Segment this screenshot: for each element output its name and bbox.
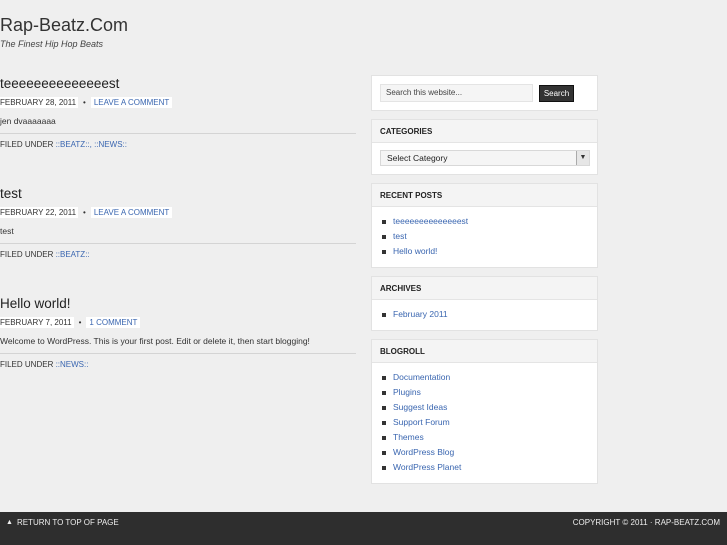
archive-link[interactable]: February 2011 — [393, 307, 448, 322]
blogroll-body: Documentation Plugins Suggest Ideas Supp… — [372, 363, 597, 483]
categories-heading: Categories — [372, 120, 597, 143]
post-meta: February 22, 2011 • Leave a Comment — [0, 207, 356, 218]
post-date: February 7, 2011 — [0, 317, 74, 328]
list-item: teeeeeeeeeeeeeest — [380, 214, 589, 229]
archives-list: February 2011 — [380, 307, 589, 322]
square-bullet-icon — [382, 219, 386, 224]
categories-widget: Categories Select Category ▼ — [371, 119, 598, 175]
site-description: The Finest Hip Hop Beats — [0, 39, 104, 49]
blogroll-widget: Blogroll Documentation Plugins Suggest I… — [371, 339, 598, 484]
blogroll-heading: Blogroll — [372, 340, 597, 363]
archives-body: February 2011 — [372, 300, 597, 330]
filed-under-label: Filed Under — [0, 360, 56, 369]
meta-separator: • — [83, 208, 86, 217]
square-bullet-icon — [382, 405, 386, 410]
square-bullet-icon — [382, 234, 386, 239]
sidebar: Search this website... Search Categories… — [371, 75, 598, 492]
comment-link[interactable]: Leave a Comment — [90, 97, 173, 108]
post-title[interactable]: teeeeeeeeeeeeeest — [0, 76, 356, 92]
post-categories: Filed Under ::NEWS:: — [0, 360, 356, 369]
recent-post-link[interactable]: teeeeeeeeeeeeeest — [393, 214, 468, 229]
blogroll-link[interactable]: WordPress Blog — [393, 445, 454, 460]
square-bullet-icon — [382, 450, 386, 455]
category-links[interactable]: ::NEWS:: — [56, 360, 89, 369]
chevron-down-icon[interactable]: ▼ — [576, 151, 589, 165]
post-body: test — [0, 226, 14, 236]
blogroll-link[interactable]: Support Forum — [393, 415, 450, 430]
site-title[interactable]: Rap-Beatz.Com — [0, 14, 128, 36]
archives-heading: Archives — [372, 277, 597, 300]
category-links[interactable]: ::BEATZ:: — [56, 250, 90, 259]
recent-posts-widget: Recent Posts teeeeeeeeeeeeeest test Hell… — [371, 183, 598, 268]
comment-link[interactable]: 1 Comment — [86, 317, 141, 328]
comment-link[interactable]: Leave a Comment — [90, 207, 173, 218]
post-categories: Filed Under ::BEATZ:: — [0, 250, 356, 259]
filed-under-label: Filed Under — [0, 140, 56, 149]
blogroll-link[interactable]: WordPress Planet — [393, 460, 461, 475]
blogroll-link[interactable]: Plugins — [393, 385, 421, 400]
post-body: jen dvaaaaaaa — [0, 116, 56, 126]
list-item: test — [380, 229, 589, 244]
post-meta: February 7, 2011 • 1 Comment — [0, 317, 356, 328]
meta-separator: • — [78, 318, 82, 327]
square-bullet-icon — [382, 249, 386, 254]
square-bullet-icon — [382, 420, 386, 425]
square-bullet-icon — [382, 312, 386, 317]
back-to-top-link[interactable]: ▲ Return to top of page — [6, 518, 119, 527]
post-title[interactable]: test — [0, 186, 356, 202]
post: teeeeeeeeeeeeeest February 28, 2011 • Le… — [0, 76, 356, 149]
list-item: WordPress Blog — [380, 445, 589, 460]
filed-under-label: Filed Under — [0, 250, 56, 259]
post-date: February 28, 2011 — [0, 97, 79, 108]
recent-posts-list: teeeeeeeeeeeeeest test Hello world! — [380, 214, 589, 259]
post-divider — [0, 133, 356, 134]
meta-separator: • — [83, 98, 86, 107]
search-widget: Search this website... Search — [371, 75, 598, 111]
post-categories: Filed Under ::BEATZ::, ::NEWS:: — [0, 140, 356, 149]
list-item: Hello world! — [380, 244, 589, 259]
post-divider — [0, 243, 356, 244]
post-body: Welcome to WordPress. This is your first… — [0, 336, 310, 346]
list-item: Support Forum — [380, 415, 589, 430]
blogroll-list: Documentation Plugins Suggest Ideas Supp… — [380, 370, 589, 475]
post: test February 22, 2011 • Leave a Comment… — [0, 186, 356, 259]
category-select[interactable]: Select Category ▼ — [380, 150, 590, 166]
blogroll-link[interactable]: Themes — [393, 430, 424, 445]
post-date: February 22, 2011 — [0, 207, 79, 218]
category-select-value: Select Category — [387, 153, 448, 163]
copyright-text: Copyright © 2011 · Rap-Beatz.com — [572, 518, 720, 527]
up-triangle-icon: ▲ — [6, 519, 13, 526]
list-item: Documentation — [380, 370, 589, 385]
recent-post-link[interactable]: Hello world! — [393, 244, 437, 259]
post-title[interactable]: Hello world! — [0, 296, 356, 312]
back-to-top-label: Return to top of page — [16, 518, 119, 527]
recent-posts-body: teeeeeeeeeeeeeest test Hello world! — [372, 207, 597, 267]
post-divider — [0, 353, 356, 354]
recent-posts-heading: Recent Posts — [372, 184, 597, 207]
blogroll-link[interactable]: Documentation — [393, 370, 450, 385]
list-item: February 2011 — [380, 307, 589, 322]
search-form: Search this website... Search — [372, 76, 597, 110]
list-item: Plugins — [380, 385, 589, 400]
square-bullet-icon — [382, 465, 386, 470]
post-meta: February 28, 2011 • Leave a Comment — [0, 97, 356, 108]
search-input[interactable]: Search this website... — [380, 84, 533, 102]
list-item: Themes — [380, 430, 589, 445]
post: Hello world! February 7, 2011 • 1 Commen… — [0, 296, 356, 369]
list-item: Suggest Ideas — [380, 400, 589, 415]
archives-widget: Archives February 2011 — [371, 276, 598, 331]
list-item: WordPress Planet — [380, 460, 589, 475]
square-bullet-icon — [382, 390, 386, 395]
blogroll-link[interactable]: Suggest Ideas — [393, 400, 447, 415]
site-footer: ▲ Return to top of page Copyright © 2011… — [0, 512, 727, 545]
categories-body: Select Category ▼ — [372, 143, 597, 174]
square-bullet-icon — [382, 435, 386, 440]
category-links[interactable]: ::BEATZ::, ::NEWS:: — [56, 140, 127, 149]
search-button[interactable]: Search — [539, 84, 574, 102]
square-bullet-icon — [382, 375, 386, 380]
recent-post-link[interactable]: test — [393, 229, 407, 244]
